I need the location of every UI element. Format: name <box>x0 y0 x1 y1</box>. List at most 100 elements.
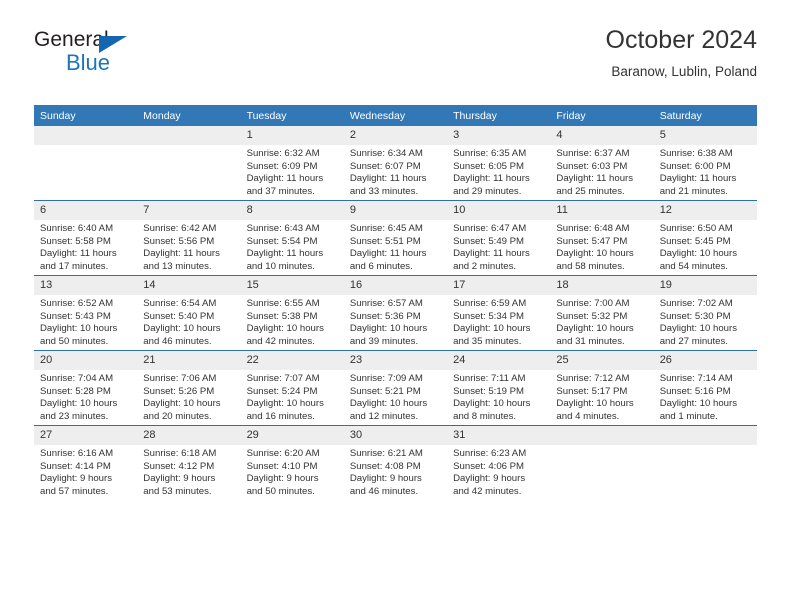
day-number: 6 <box>34 201 138 220</box>
sunrise-time: Sunrise: 6:57 AM <box>349 298 423 309</box>
day-details: Sunrise: 7:07 AM Sunset: 5:24 PM Daylight:… <box>241 370 344 423</box>
day-number <box>550 426 654 445</box>
calendar-day-cell[interactable]: 1 Sunrise: 6:32 AM Sunset: 6:09 PM Daylight… <box>240 126 344 201</box>
calendar-day-cell[interactable]: 4 Sunrise: 6:37 AM Sunset: 6:03 PM Daylight… <box>550 126 654 201</box>
sunrise-time: Sunrise: 6:37 AM <box>556 148 630 159</box>
daylight-line-2: and 27 minutes. <box>659 335 728 347</box>
sunset-time: Sunset: 5:56 PM <box>143 235 215 247</box>
day-details: Sunrise: 7:04 AM Sunset: 5:28 PM Daylight:… <box>34 370 137 423</box>
sunrise-sunset-calendar: Sunday Monday Tuesday Wednesday Thursday Frid… <box>34 105 757 500</box>
daylight-line-1: Daylight: 10 hours <box>349 323 428 335</box>
calendar-day-cell[interactable]: 9 Sunrise: 6:45 AM Sunset: 5:51 PM Daylight… <box>343 200 448 276</box>
calendar-day-cell[interactable]: 30 Sunrise: 6:21 AM Sunset: 4:08 PM Dayligh… <box>343 425 448 500</box>
day-details: Sunrise: 6:59 AM Sunset: 5:34 PM Daylight:… <box>447 295 550 348</box>
calendar-day-cell[interactable]: 8 Sunrise: 6:43 AM Sunset: 5:54 PM Daylight… <box>240 200 344 276</box>
calendar-day-cell[interactable]: 14 Sunrise: 6:54 AM Sunset: 5:40 PM Dayligh… <box>137 275 241 351</box>
sunrise-time: Sunrise: 7:09 AM <box>349 373 423 384</box>
daylight-line-2: and 50 minutes. <box>40 335 109 347</box>
calendar-day-cell-empty <box>137 126 241 201</box>
calendar-day-cell[interactable]: 3 Sunrise: 6:35 AM Sunset: 6:05 PM Daylight… <box>447 126 551 201</box>
day-number: 26 <box>653 351 757 370</box>
daylight-line-2: and 31 minutes. <box>556 335 625 347</box>
calendar-day-cell[interactable]: 23 Sunrise: 7:09 AM Sunset: 5:21 PM Dayligh… <box>343 350 448 426</box>
daylight-line-2: and 46 minutes. <box>349 485 419 497</box>
sunset-time: Sunset: 5:38 PM <box>246 310 318 322</box>
daylight-line-2: and 37 minutes. <box>246 185 315 197</box>
day-details: Sunrise: 6:52 AM Sunset: 5:43 PM Daylight:… <box>34 295 137 348</box>
daylight-line-1: Daylight: 11 hours <box>246 248 324 260</box>
calendar-day-cell[interactable]: 15 Sunrise: 6:55 AM Sunset: 5:38 PM Dayligh… <box>240 275 344 351</box>
calendar-day-cell[interactable]: 2 Sunrise: 6:34 AM Sunset: 6:07 PM Daylight… <box>343 126 448 201</box>
sunset-time: Sunset: 5:49 PM <box>453 235 525 247</box>
day-details: Sunrise: 7:09 AM Sunset: 5:21 PM Daylight:… <box>344 370 447 423</box>
day-number: 21 <box>137 351 241 370</box>
calendar-day-cell[interactable]: 27 Sunrise: 6:16 AM Sunset: 4:14 PM Dayligh… <box>34 425 138 500</box>
calendar-day-cell[interactable]: 12 Sunrise: 6:50 AM Sunset: 5:45 PM Dayligh… <box>653 200 757 276</box>
title-block: October 2024 Baranow, Lublin, Poland <box>606 24 758 82</box>
sunrise-time: Sunrise: 7:07 AM <box>246 373 320 384</box>
calendar-day-cell[interactable]: 16 Sunrise: 6:57 AM Sunset: 5:36 PM Dayligh… <box>343 275 448 351</box>
calendar-day-cell-empty <box>34 126 138 201</box>
calendar-day-cell[interactable]: 31 Sunrise: 6:23 AM Sunset: 4:06 PM Dayligh… <box>447 425 551 500</box>
calendar-day-cell[interactable]: 5 Sunrise: 6:38 AM Sunset: 6:00 PM Daylight… <box>653 126 757 201</box>
calendar-body: 1 Sunrise: 6:32 AM Sunset: 6:09 PM Daylight… <box>34 126 757 500</box>
calendar-day-cell[interactable]: 19 Sunrise: 7:02 AM Sunset: 5:30 PM Dayligh… <box>653 275 757 351</box>
sunrise-time: Sunrise: 6:47 AM <box>453 223 527 234</box>
daylight-line-1: Daylight: 10 hours <box>556 323 634 335</box>
calendar-day-cell[interactable]: 20 Sunrise: 7:04 AM Sunset: 5:28 PM Dayligh… <box>34 350 138 426</box>
day-details: Sunrise: 6:45 AM Sunset: 5:51 PM Daylight:… <box>344 220 447 273</box>
calendar-day-cell[interactable]: 26 Sunrise: 7:14 AM Sunset: 5:16 PM Dayligh… <box>653 350 757 426</box>
daylight-line-1: Daylight: 10 hours <box>246 323 324 335</box>
daylight-line-2: and 13 minutes. <box>143 260 212 272</box>
calendar-day-cell[interactable]: 24 Sunrise: 7:11 AM Sunset: 5:19 PM Dayligh… <box>447 350 551 426</box>
day-number: 13 <box>34 276 138 295</box>
calendar-week-row: 6 Sunrise: 6:40 AM Sunset: 5:58 PM Daylight… <box>34 200 757 276</box>
calendar-day-cell[interactable]: 17 Sunrise: 6:59 AM Sunset: 5:34 PM Dayligh… <box>447 275 551 351</box>
calendar-day-cell[interactable]: 6 Sunrise: 6:40 AM Sunset: 5:58 PM Daylight… <box>34 200 138 276</box>
daylight-line-1: Daylight: 11 hours <box>143 248 220 260</box>
day-details: Sunrise: 7:11 AM Sunset: 5:19 PM Daylight:… <box>447 370 550 423</box>
sunset-time: Sunset: 5:34 PM <box>453 310 525 322</box>
daylight-line-1: Daylight: 11 hours <box>349 248 427 260</box>
sunset-time: Sunset: 5:45 PM <box>659 235 731 247</box>
daylight-line-2: and 39 minutes. <box>349 335 419 347</box>
day-number: 1 <box>240 126 344 145</box>
day-number: 18 <box>550 276 654 295</box>
calendar-header-row: Sunday Monday Tuesday Wednesday Thursday Frid… <box>34 105 757 126</box>
calendar-day-cell[interactable]: 10 Sunrise: 6:47 AM Sunset: 5:49 PM Dayligh… <box>447 200 551 276</box>
day-number: 5 <box>653 126 757 145</box>
daylight-line-1: Daylight: 10 hours <box>349 398 428 410</box>
sunset-time: Sunset: 5:30 PM <box>659 310 731 322</box>
daylight-line-2: and 54 minutes. <box>659 260 728 272</box>
sunrise-time: Sunrise: 7:06 AM <box>143 373 217 384</box>
day-details: Sunrise: 6:50 AM Sunset: 5:45 PM Daylight:… <box>654 220 757 273</box>
calendar-day-cell[interactable]: 29 Sunrise: 6:20 AM Sunset: 4:10 PM Dayligh… <box>240 425 344 500</box>
sunset-time: Sunset: 5:51 PM <box>349 235 421 247</box>
sunset-time: Sunset: 4:08 PM <box>349 460 421 472</box>
weekday-header-row: Sunday Monday Tuesday Wednesday Thursday Frid… <box>34 105 757 126</box>
daylight-line-2: and 46 minutes. <box>143 335 212 347</box>
calendar-day-cell-empty <box>550 425 654 500</box>
daylight-line-1: Daylight: 10 hours <box>659 323 738 335</box>
calendar-day-cell[interactable]: 28 Sunrise: 6:18 AM Sunset: 4:12 PM Dayligh… <box>137 425 241 500</box>
general-blue-logo[interactable]: General Blue <box>34 28 214 84</box>
day-details: Sunrise: 6:35 AM Sunset: 6:05 PM Daylight:… <box>447 145 550 198</box>
calendar-week-row: 1 Sunrise: 6:32 AM Sunset: 6:09 PM Daylight… <box>34 126 757 201</box>
daylight-line-1: Daylight: 10 hours <box>556 248 634 260</box>
calendar-day-cell[interactable]: 13 Sunrise: 6:52 AM Sunset: 5:43 PM Dayligh… <box>34 275 138 351</box>
day-number: 27 <box>34 426 138 445</box>
daylight-line-2: and 58 minutes. <box>556 260 625 272</box>
sunset-time: Sunset: 5:58 PM <box>40 235 111 247</box>
day-number: 3 <box>447 126 551 145</box>
day-number: 22 <box>240 351 344 370</box>
daylight-line-1: Daylight: 11 hours <box>40 248 117 260</box>
calendar-day-cell[interactable]: 22 Sunrise: 7:07 AM Sunset: 5:24 PM Dayligh… <box>240 350 344 426</box>
calendar-day-cell[interactable]: 18 Sunrise: 7:00 AM Sunset: 5:32 PM Dayligh… <box>550 275 654 351</box>
day-number: 16 <box>343 276 448 295</box>
calendar-day-cell[interactable]: 7 Sunrise: 6:42 AM Sunset: 5:56 PM Daylight… <box>137 200 241 276</box>
calendar-day-cell[interactable]: 11 Sunrise: 6:48 AM Sunset: 5:47 PM Dayligh… <box>550 200 654 276</box>
day-number: 30 <box>343 426 448 445</box>
calendar-day-cell[interactable]: 25 Sunrise: 7:12 AM Sunset: 5:17 PM Dayligh… <box>550 350 654 426</box>
calendar-day-cell[interactable]: 21 Sunrise: 7:06 AM Sunset: 5:26 PM Dayligh… <box>137 350 241 426</box>
day-number: 28 <box>137 426 241 445</box>
